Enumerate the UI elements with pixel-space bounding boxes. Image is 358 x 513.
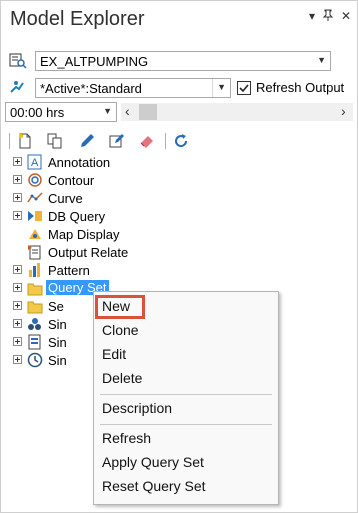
highlight-box [95,295,145,319]
menu-item-label: Edit [102,346,127,362]
chevron-left-icon[interactable]: ‹ [125,103,130,119]
expand-icon[interactable] [13,157,22,166]
menu-item-new[interactable]: New [94,294,276,319]
menu-item-label: Reset Query Set [102,478,206,494]
menu-item-label: Apply Query Set [102,454,204,470]
expand-icon[interactable] [13,355,22,364]
tree-item-label[interactable]: Map Display [48,227,120,242]
toolbar-separator [165,133,166,149]
db-query-icon [27,208,43,224]
dropdown-icon[interactable]: ▾ [305,9,319,23]
selection-set-icon [27,298,43,314]
scenario-icon [9,51,27,69]
simulation-time-icon [27,352,43,368]
tree-item-label[interactable]: Output Relate [48,245,128,260]
tree-item-label[interactable]: Contour [48,173,94,188]
chevron-right-icon[interactable]: › [341,103,346,119]
tree-item[interactable]: Map Display [1,225,357,243]
menu-item-clone[interactable]: Clone [94,318,276,342]
query-set-icon [27,280,43,296]
tree-item[interactable]: Curve [1,189,357,207]
new-icon[interactable] [17,133,33,149]
refresh-output-checkbox[interactable] [237,81,251,95]
close-icon[interactable]: ✕ [339,9,353,23]
menu-item-label: Refresh [102,430,152,446]
expand-icon[interactable] [13,337,22,346]
menu-item-description[interactable]: Description [94,396,276,420]
context-menu: New Clone Edit Delete Description Refres… [93,291,279,505]
menu-item-edit[interactable]: Edit [94,342,276,366]
curve-icon [27,190,43,206]
chevron-down-icon: ▼ [217,82,226,92]
tree-item-label[interactable]: Annotation [48,155,110,170]
title-bar: Model Explorer ▾ ✕ [1,1,357,41]
menu-separator [100,394,272,395]
time-scrollbar[interactable]: ‹ › [121,103,353,121]
tree-item-label[interactable]: Curve [48,191,83,206]
toolbar-grip [9,133,10,149]
menu-separator [100,424,272,425]
tree-item-label[interactable]: Sin [48,353,67,368]
expand-icon[interactable] [13,211,22,220]
tree-item-label[interactable]: Sin [48,335,67,350]
pattern-icon [27,262,43,278]
menu-item-label: Delete [102,370,143,386]
time-select[interactable]: 00:00 hrs ▼ [5,102,117,122]
chevron-down-icon: ▼ [317,55,326,65]
tree-item-label[interactable]: DB Query [48,209,105,224]
copy-icon[interactable] [47,133,63,149]
time-value: 00:00 hrs [10,105,65,120]
output-relate-icon [27,244,43,260]
alternative-value: *Active*:Standard [40,81,142,96]
tree-item[interactable]: A Annotation [1,153,357,171]
refresh-output-label: Refresh Output [256,80,345,95]
expand-icon[interactable] [13,283,22,292]
map-display-icon [27,226,43,242]
expand-icon[interactable] [13,193,22,202]
menu-item-reset-query-set[interactable]: Reset Query Set [94,474,276,498]
panel-title: Model Explorer [10,8,145,30]
tree-item[interactable]: DB Query [1,207,357,225]
expand-icon[interactable] [13,175,22,184]
menu-item-refresh[interactable]: Refresh [94,426,276,450]
pin-icon[interactable] [321,9,335,23]
expand-icon[interactable] [13,319,22,328]
annotation-icon: A [27,154,43,170]
simulation-icon [27,316,43,332]
svg-text:A: A [31,157,39,169]
scrollbar-thumb[interactable] [139,104,157,120]
tree-item[interactable]: Contour [1,171,357,189]
contour-icon [27,172,43,188]
tree-item[interactable]: Pattern [1,261,357,279]
alternative-select[interactable]: *Active*:Standard ▼ [35,78,231,98]
alternative-dropdown-button[interactable]: ▼ [212,79,230,97]
tree-item-label[interactable]: Sin [48,317,67,332]
expand-icon[interactable] [13,265,22,274]
tree-item-label[interactable]: Se [48,299,64,314]
tree-item[interactable]: Output Relate [1,243,357,261]
scenario-value: EX_ALTPUMPING [40,54,149,69]
tree-item-label[interactable]: Pattern [48,263,90,278]
simulation-options-icon [27,334,43,350]
alternative-icon [9,78,27,96]
edit-pencil-icon[interactable] [79,133,95,149]
delete-icon[interactable] [139,133,155,149]
expand-icon[interactable] [13,301,22,310]
chevron-down-icon: ▼ [103,106,112,116]
menu-item-delete[interactable]: Delete [94,366,276,390]
refresh-icon[interactable] [173,133,189,149]
model-explorer-panel: Model Explorer ▾ ✕ EX_ALTPUMPING ▼ *Acti… [0,0,358,513]
menu-item-apply-query-set[interactable]: Apply Query Set [94,450,276,474]
menu-item-label: Clone [102,322,139,338]
menu-item-label: Description [102,400,173,416]
scenario-select[interactable]: EX_ALTPUMPING ▼ [35,51,331,71]
rename-icon[interactable] [109,133,125,149]
